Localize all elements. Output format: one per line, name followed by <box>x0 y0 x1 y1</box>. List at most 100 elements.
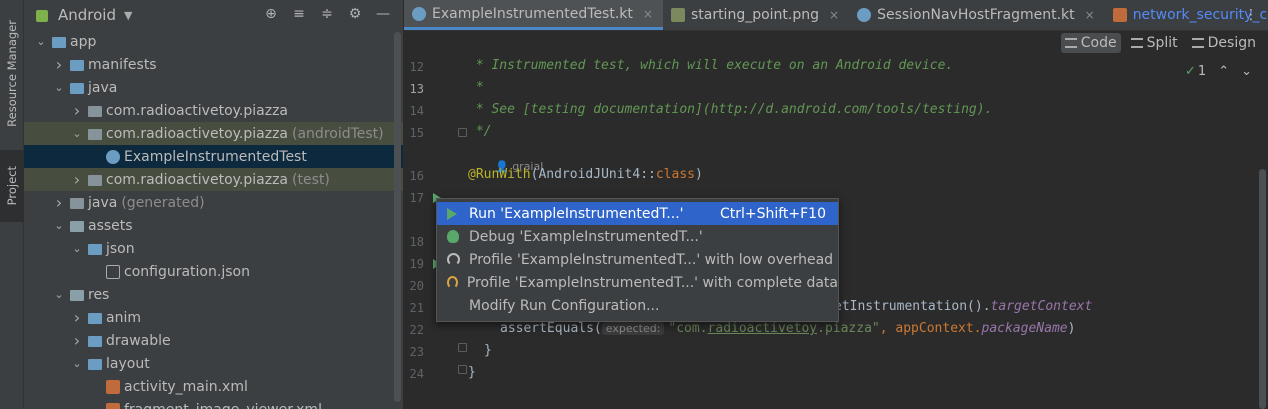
tree-item-label: com.radioactivetoy.piazza <box>106 125 289 142</box>
tree-item[interactable]: › com.radioactivetoy.piazza (test) <box>24 168 403 191</box>
project-view-selector[interactable]: Android <box>58 6 116 24</box>
fold-icon[interactable] <box>458 343 467 352</box>
tree-item[interactable]: › manifests <box>24 53 403 76</box>
chevron-down-icon[interactable]: ⌄ <box>52 288 66 301</box>
code-view-label: Code <box>1080 35 1117 51</box>
assets-folder-icon <box>70 220 84 232</box>
editor-scrollbar[interactable] <box>1256 54 1268 409</box>
tree-item[interactable]: › java (generated) <box>24 191 403 214</box>
chevron-right-icon[interactable]: › <box>70 331 84 350</box>
tree-item[interactable]: ⌄ assets <box>24 214 403 237</box>
tree-item[interactable]: ⌄ res <box>24 283 403 306</box>
tree-item-label: drawable <box>106 332 171 349</box>
chevron-down-icon[interactable]: ⌄ <box>70 357 84 370</box>
tree-item-label: java <box>88 79 118 96</box>
editor-scroll-thumb[interactable] <box>1259 169 1266 409</box>
debug-icon <box>447 230 459 243</box>
design-view-button[interactable]: Design <box>1188 33 1260 53</box>
runwith-annotation: @RunWith <box>468 167 531 182</box>
project-tab-label: Project <box>5 166 19 206</box>
image-file-icon <box>670 8 685 22</box>
code-line-12: * Instrumented test, which will execute … <box>468 58 954 73</box>
tree-item[interactable]: ⌄ json <box>24 237 403 260</box>
tree-item[interactable]: ⌄ layout <box>24 352 403 375</box>
tree-item[interactable]: fragment_image_viewer.xml <box>24 398 403 409</box>
chevron-down-icon[interactable]: ⌄ <box>34 35 48 48</box>
menu-item[interactable]: Modify Run Configuration... <box>437 294 838 317</box>
fold-icon[interactable] <box>458 128 467 137</box>
editor-tab-label: ExampleInstrumentedTest.kt <box>432 5 633 22</box>
menu-item[interactable]: Run 'ExampleInstrumentedT...' Ctrl+Shift+… <box>437 202 838 225</box>
editor-tab-label: SessionNavHostFragment.kt <box>877 7 1075 23</box>
code-line-21-tail: etInstrumentation().targetContext <box>834 299 1092 314</box>
line-number: 15 <box>409 126 424 140</box>
more-tabs-icon[interactable]: ⋮ <box>1244 7 1258 23</box>
line-number: 24 <box>409 367 424 381</box>
chevron-right-icon[interactable]: › <box>70 170 84 189</box>
gear-icon[interactable]: ⚙ <box>347 6 363 22</box>
fold-icon[interactable] <box>458 365 467 374</box>
chevron-down-icon[interactable]: ⌄ <box>70 242 84 255</box>
chevron-down-icon[interactable]: ⌄ <box>52 219 66 232</box>
project-tab[interactable]: Project <box>0 150 24 222</box>
line21-call: etInstrumentation(). <box>834 299 991 314</box>
line21-prop: targetContext <box>990 299 1093 314</box>
code-line-24: } <box>468 365 476 380</box>
tree-item-label: assets <box>88 217 133 234</box>
generated-folder-icon <box>70 197 84 209</box>
code-view-button[interactable]: Code <box>1060 33 1121 53</box>
tree-item-label: ExampleInstrumentedTest <box>124 148 307 165</box>
menu-item-shortcut: Ctrl+Shift+F10 <box>719 205 826 222</box>
close-icon[interactable]: × <box>1085 8 1095 22</box>
chevron-down-icon[interactable]: ⌄ <box>1241 64 1252 79</box>
close-icon[interactable]: × <box>643 7 653 21</box>
tree-item[interactable]: ExampleInstrumentedTest <box>24 145 403 168</box>
tree-item[interactable]: ⌄ com.radioactivetoy.piazza (androidTest) <box>24 122 403 145</box>
chevron-down-icon[interactable]: ▼ <box>124 9 132 22</box>
module-folder-icon <box>52 36 66 48</box>
chevron-down-icon[interactable]: ⌄ <box>52 81 66 94</box>
chevron-right-icon[interactable]: › <box>70 101 84 120</box>
folder-icon <box>70 59 84 71</box>
project-scrollbar[interactable] <box>394 32 401 402</box>
chevron-down-icon[interactable]: ⌄ <box>70 127 84 140</box>
tree-item[interactable]: › com.radioactivetoy.piazza <box>24 99 403 122</box>
assert-string-c: .piazza" <box>817 321 880 336</box>
expand-all-icon[interactable]: ≡ <box>291 6 307 22</box>
runwith-args: (AndroidJUnit4:: <box>530 167 656 182</box>
close-icon[interactable]: × <box>829 8 839 22</box>
run-context-menu: Run 'ExampleInstrumentedT...' Ctrl+Shift+… <box>436 198 839 322</box>
menu-item[interactable]: Profile 'ExampleInstrumentedT...' with l… <box>437 248 838 271</box>
chevron-right-icon[interactable]: › <box>70 308 84 327</box>
tree-item[interactable]: activity_main.xml <box>24 375 403 398</box>
tree-item[interactable]: › drawable <box>24 329 403 352</box>
menu-item[interactable]: Debug 'ExampleInstrumentedT...' <box>437 225 838 248</box>
tree-item-label: fragment_image_viewer.xml <box>124 402 322 409</box>
folder-icon <box>88 312 102 324</box>
resource-manager-label: Resource Manager <box>5 19 19 127</box>
code-line-15: */ <box>468 124 492 139</box>
hide-panel-icon[interactable]: — <box>375 6 391 22</box>
package-icon <box>88 105 102 117</box>
split-view-button[interactable]: Split <box>1127 33 1182 53</box>
menu-item-label: Profile 'ExampleInstrumentedT...' with l… <box>469 251 834 268</box>
tree-item[interactable]: configuration.json <box>24 260 403 283</box>
line-number: 21 <box>409 301 424 315</box>
resource-manager-tab[interactable]: Resource Manager <box>0 8 24 138</box>
code-line-14: * See [testing documentation](http://d.a… <box>468 102 993 117</box>
collapse-all-icon[interactable]: ≑ <box>319 6 335 22</box>
tree-item[interactable]: ⌄ java <box>24 76 403 99</box>
kotlin-file-icon <box>412 6 426 21</box>
menu-item[interactable]: Profile 'ExampleInstrumentedT...' with c… <box>437 271 838 294</box>
assert-prop: packageName <box>981 321 1068 336</box>
tree-item[interactable]: ⌄ app <box>24 30 403 53</box>
menu-item-label: Modify Run Configuration... <box>469 297 660 314</box>
editor-tab[interactable]: starting_point.png × <box>663 0 849 30</box>
chevron-right-icon[interactable]: › <box>52 55 66 74</box>
chevron-right-icon[interactable]: › <box>52 193 66 212</box>
locate-file-icon[interactable]: ⊕ <box>263 6 279 22</box>
tree-item[interactable]: › anim <box>24 306 403 329</box>
editor-tab[interactable]: SessionNavHostFragment.kt × <box>849 0 1105 30</box>
code-line-16: @RunWith(AndroidJUnit4::class) <box>468 167 703 182</box>
editor-tab[interactable]: ExampleInstrumentedTest.kt × <box>404 0 663 30</box>
